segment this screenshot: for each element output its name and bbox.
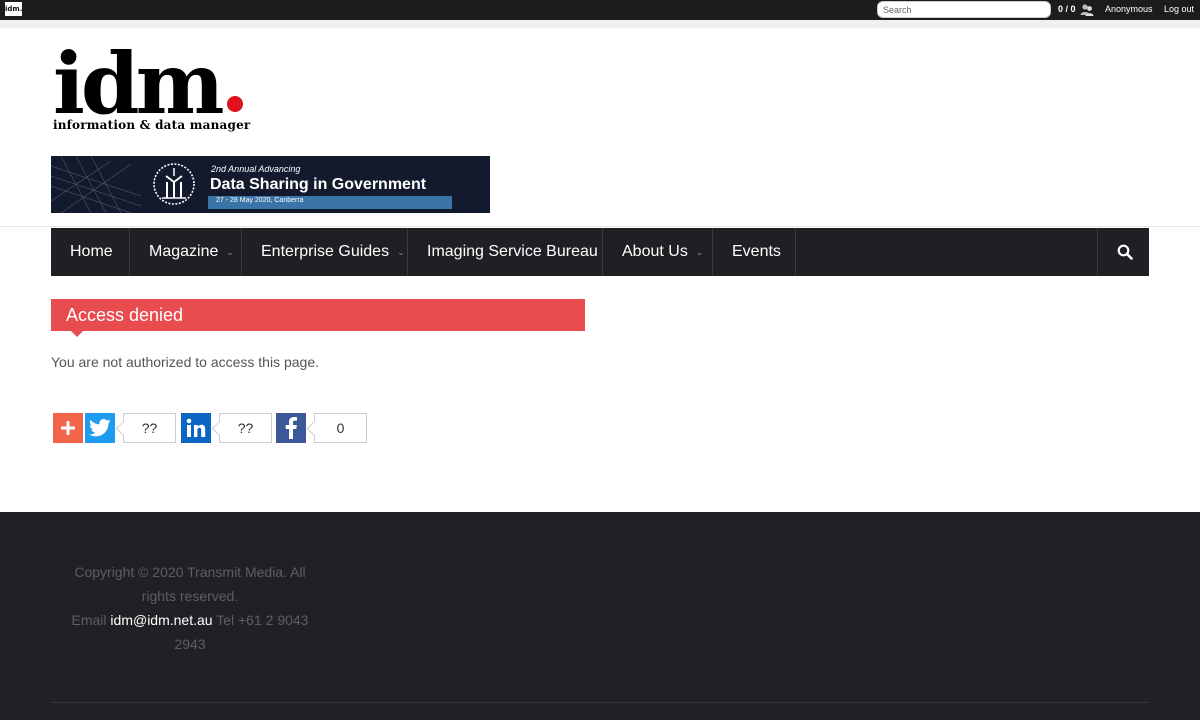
banner-date: 27 - 28 May 2020, Canberra: [216, 197, 304, 204]
page-title-box: Access denied: [51, 299, 585, 337]
chevron-down-icon: ⌄: [226, 246, 234, 257]
linkedin-share-count: ??: [211, 413, 272, 443]
admin-user-count: 0 / 0: [1058, 4, 1076, 14]
nav-item-imaging-service-bureau[interactable]: Imaging Service Bureau: [408, 228, 603, 276]
twitter-count-value: ??: [141, 420, 158, 436]
admin-toolbar: idm. 0 / 0 Anonymous Log out: [0, 0, 1200, 20]
search-icon: [1117, 244, 1133, 260]
facebook-count-value: 0: [336, 420, 345, 436]
linkedin-share-button[interactable]: [181, 413, 211, 443]
nav-search-button[interactable]: [1097, 228, 1149, 276]
nav-label: Events: [732, 243, 781, 260]
admin-logo-icon[interactable]: idm.: [5, 2, 22, 16]
banner-pattern-graphic: [51, 156, 141, 213]
twitter-share-count: ??: [115, 413, 176, 443]
access-message: You are not authorized to access this pa…: [51, 354, 319, 370]
footer-email-label: Email: [71, 612, 107, 628]
linkedin-count-value: ??: [237, 420, 254, 436]
nav-label: About Us: [622, 243, 688, 260]
logo-red-dot: [226, 96, 243, 112]
nav-item-enterprise-guides[interactable]: Enterprise Guides ⌄: [242, 228, 408, 276]
linkedin-icon: [186, 418, 206, 437]
footer-divider: [51, 702, 1149, 703]
logo-wordmark: idm: [53, 34, 225, 133]
facebook-share-button[interactable]: [276, 413, 306, 443]
twitter-bird-icon: [89, 419, 111, 437]
plus-icon: [61, 421, 75, 435]
page-title: Access denied: [66, 305, 184, 325]
share-plus-button[interactable]: [53, 413, 83, 443]
footer-info: Copyright © 2020 Transmit Media. All rig…: [60, 560, 320, 656]
chevron-down-icon: ⌄: [695, 246, 704, 257]
nav-item-home[interactable]: Home: [51, 228, 130, 276]
nav-label: Home: [70, 243, 113, 260]
nav-item-events[interactable]: Events: [713, 228, 796, 276]
header-divider: [0, 226, 1200, 227]
banner-title: Data Sharing in Government: [210, 176, 427, 193]
chevron-down-icon: ⌄: [397, 246, 405, 257]
nav-item-about-us[interactable]: About Us ⌄: [603, 228, 713, 276]
footer-copyright: Copyright © 2020 Transmit Media. All rig…: [74, 564, 306, 604]
nav-label: Imaging Service Bureau: [427, 243, 598, 260]
title-pointer: [71, 331, 83, 337]
site-footer: Copyright © 2020 Transmit Media. All rig…: [0, 512, 1200, 720]
logo-tagline: information & data manager: [53, 118, 251, 132]
footer-email-link[interactable]: idm@idm.net.au: [110, 612, 212, 628]
facebook-f-icon: [285, 417, 297, 439]
main-nav: Home Magazine ⌄ Enterprise Guides ⌄ Imag…: [51, 228, 1149, 276]
logout-link[interactable]: Log out: [1164, 4, 1194, 14]
nav-label: Magazine: [149, 243, 219, 260]
parliament-emblem-icon: [153, 163, 195, 205]
banner-kicker: 2nd Annual Advancing: [211, 164, 301, 174]
admin-username-link[interactable]: Anonymous: [1105, 4, 1153, 14]
users-icon[interactable]: [1080, 3, 1094, 17]
facebook-share-count: 0: [306, 413, 367, 443]
site-logo[interactable]: idm information & data manager: [53, 34, 251, 133]
admin-search-input[interactable]: [877, 1, 1051, 18]
event-banner-ad[interactable]: 2nd Annual Advancing Data Sharing in Gov…: [51, 156, 490, 213]
twitter-share-button[interactable]: [85, 413, 115, 443]
nav-item-magazine[interactable]: Magazine ⌄: [130, 228, 242, 276]
nav-label: Enterprise Guides: [261, 243, 390, 260]
